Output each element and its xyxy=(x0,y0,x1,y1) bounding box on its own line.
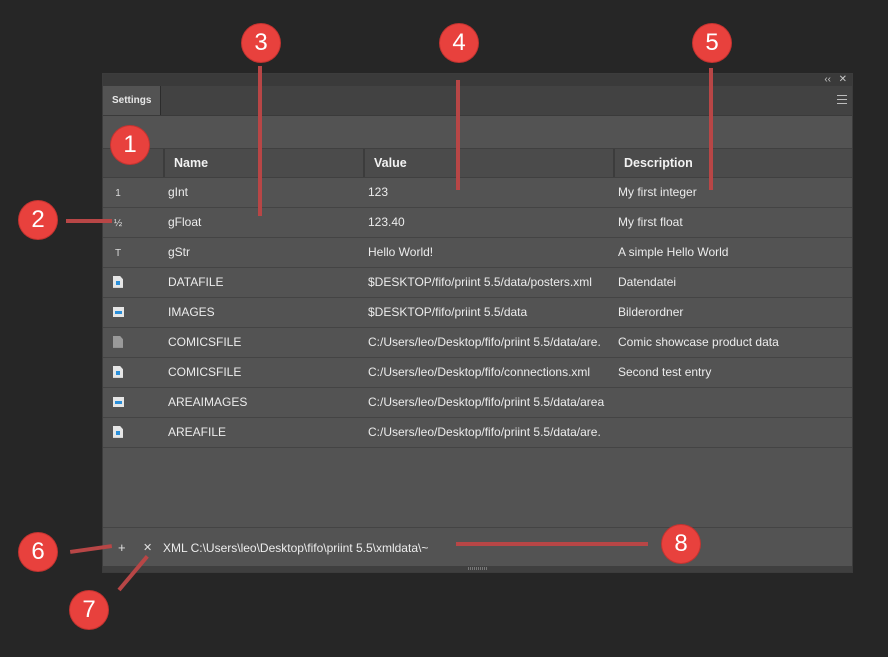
setting-value: C:/Users/leo/Desktop/fifo/priint 5.5/dat… xyxy=(368,425,601,439)
callout-badge-7: 7 xyxy=(70,591,108,629)
callout-badge-4: 4 xyxy=(440,24,478,62)
resize-grip[interactable] xyxy=(103,566,852,572)
setting-description: My first float xyxy=(618,215,683,229)
table-row[interactable]: COMICSFILE C:/Users/leo/Desktop/fifo/prii… xyxy=(103,328,852,358)
folder-icon xyxy=(112,396,124,407)
settings-table: Name Value Description 1 gInt 123 My first … xyxy=(103,148,852,448)
callout-line-3 xyxy=(258,66,262,216)
add-entry-button[interactable]: + xyxy=(118,540,126,556)
setting-description: My first integer xyxy=(618,185,697,199)
tab-bar: Settings xyxy=(103,86,852,116)
int-type-icon: 1 xyxy=(115,188,121,199)
toolbar-area xyxy=(103,116,852,148)
file-icon xyxy=(113,275,123,288)
setting-name: gInt xyxy=(168,185,189,199)
setting-value: $DESKTOP/fifo/priint 5.5/data xyxy=(368,305,528,319)
folder-icon xyxy=(112,306,124,317)
callout-line-4 xyxy=(456,80,460,190)
file-icon xyxy=(113,425,123,438)
file-missing-icon xyxy=(113,335,123,348)
file-icon xyxy=(113,365,123,378)
setting-name: gFloat xyxy=(168,215,202,229)
setting-description xyxy=(618,418,848,447)
table-row[interactable]: TgStr Hello World! A simple Hello World xyxy=(103,238,852,268)
setting-value: $DESKTOP/fifo/priint 5.5/data/posters.xm… xyxy=(368,275,592,289)
string-type-icon: T xyxy=(114,248,122,259)
table-row[interactable]: DATAFILE $DESKTOP/fifo/priint 5.5/data/po… xyxy=(103,268,852,298)
table-row[interactable]: AREAIMAGES C:/Users/leo/Desktop/fifo/prii… xyxy=(103,388,852,418)
tab-settings[interactable]: Settings xyxy=(103,86,161,115)
callout-line-8 xyxy=(456,542,648,546)
column-header-description[interactable]: Description xyxy=(613,149,854,177)
callout-badge-3: 3 xyxy=(242,24,280,62)
setting-value: Hello World! xyxy=(368,245,434,259)
table-row[interactable]: IMAGES $DESKTOP/fifo/priint 5.5/data Bilde… xyxy=(103,298,852,328)
panel-footer: + ✕ XML C:\Users\leo\Desktop\fifo\priint… xyxy=(103,527,852,572)
settings-panel: ‹‹ ✕ Settings Name Value Description 1 gI… xyxy=(102,73,853,573)
float-type-icon: ½ xyxy=(113,218,123,229)
column-header-name[interactable]: Name xyxy=(163,149,363,177)
collapse-panel-icon[interactable]: ‹‹ xyxy=(824,74,831,86)
xml-path-label: XML C:\Users\leo\Desktop\fifo\priint 5.5… xyxy=(163,541,429,555)
callout-badge-5: 5 xyxy=(693,24,731,62)
panel-title-bar: ‹‹ ✕ xyxy=(103,74,852,86)
callout-badge-1: 1 xyxy=(111,126,149,164)
setting-description xyxy=(618,388,848,417)
callout-badge-6: 6 xyxy=(19,533,57,571)
setting-name: gStr xyxy=(168,245,191,259)
callout-line-5 xyxy=(709,68,713,190)
setting-description: Second test entry xyxy=(618,365,712,379)
callout-line-2 xyxy=(66,219,112,223)
setting-name: COMICSFILE xyxy=(168,365,242,379)
table-row[interactable]: 1 gInt 123 My first integer xyxy=(103,178,852,208)
panel-menu-icon[interactable] xyxy=(837,95,847,104)
setting-value: 123 xyxy=(368,185,389,199)
callout-badge-2: 2 xyxy=(19,201,57,239)
setting-name: COMICSFILE xyxy=(168,335,242,349)
remove-entry-button[interactable]: ✕ xyxy=(143,540,152,556)
setting-value: C:/Users/leo/Desktop/fifo/priint 5.5/dat… xyxy=(368,335,601,349)
close-panel-icon[interactable]: ✕ xyxy=(839,74,847,86)
setting-description: A simple Hello World xyxy=(618,245,729,259)
table-row[interactable]: AREAFILE C:/Users/leo/Desktop/fifo/priint… xyxy=(103,418,852,448)
callout-badge-8: 8 xyxy=(662,525,700,563)
setting-description: Datendatei xyxy=(618,275,677,289)
setting-name: AREAFILE xyxy=(168,425,227,439)
setting-value: C:/Users/leo/Desktop/fifo/priint 5.5/dat… xyxy=(368,395,605,409)
table-header: Name Value Description xyxy=(103,148,852,178)
setting-value: 123.40 xyxy=(368,215,405,229)
table-row[interactable]: ½ gFloat 123.40 My first float xyxy=(103,208,852,238)
setting-value: C:/Users/leo/Desktop/fifo/connections.xm… xyxy=(368,365,591,379)
setting-description: Bilderordner xyxy=(618,305,684,319)
column-header-value[interactable]: Value xyxy=(363,149,613,177)
table-row[interactable]: COMICSFILE C:/Users/leo/Desktop/fifo/conn… xyxy=(103,358,852,388)
table-body: 1 gInt 123 My first integer ½ gFloat 123.40 My … xyxy=(103,178,852,448)
setting-name: IMAGES xyxy=(168,305,215,319)
setting-description: Comic showcase product data xyxy=(618,335,779,349)
setting-name: DATAFILE xyxy=(168,275,224,289)
setting-name: AREAIMAGES xyxy=(168,395,248,409)
